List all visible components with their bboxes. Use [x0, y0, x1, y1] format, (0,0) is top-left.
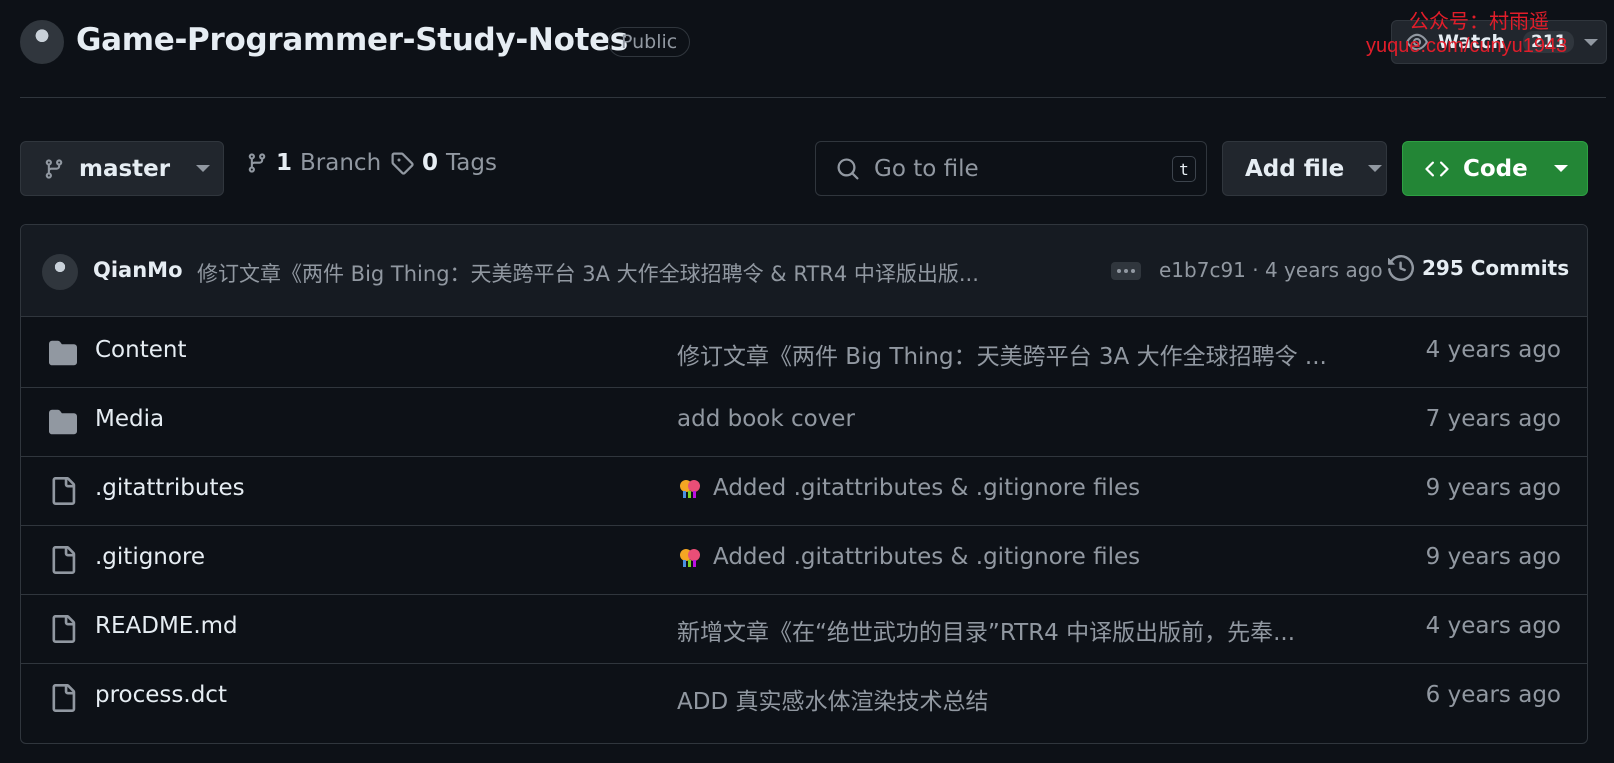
file-commit-message-text: Added .gitattributes & .gitignore files — [713, 544, 1141, 570]
commit-message[interactable]: 修订文章《两件 Big Thing：天美跨平台 3A 大作全球招聘令 & RTR… — [197, 258, 1087, 288]
tag-count: 0 — [422, 150, 439, 176]
file-icon — [49, 615, 77, 643]
visibility-badge: Public — [608, 27, 691, 57]
history-icon — [1388, 255, 1414, 281]
branches-link[interactable]: 1 Branch — [246, 150, 381, 176]
file-commit-message-text: ADD 真实感水体渲染技术总结 — [677, 689, 989, 715]
file-name-link[interactable]: Content — [95, 337, 186, 363]
file-icon — [49, 477, 77, 505]
folder-icon — [49, 339, 77, 367]
search-icon — [837, 158, 859, 180]
file-commit-message-text: Added .gitattributes & .gitignore files — [713, 475, 1141, 501]
add-file-label: Add file — [1245, 155, 1345, 182]
ellipsis-dot — [1131, 269, 1135, 273]
search-placeholder: Go to file — [874, 155, 979, 182]
file-commit-age[interactable]: 6 years ago — [1426, 682, 1561, 708]
ellipsis-dot — [1124, 269, 1128, 273]
branch-name: master — [79, 155, 171, 182]
file-commit-message-text: 新增文章《在“绝世武功的目录”RTR4 中译版出版前，先奉... — [677, 620, 1296, 646]
commit-author[interactable]: QianMo — [93, 258, 183, 282]
file-row[interactable]: README.md 新增文章《在“绝世武功的目录”RTR4 中译版出版前，先奉..… — [21, 593, 1587, 664]
file-icon — [49, 684, 77, 712]
search-shortcut-key: t — [1172, 156, 1196, 182]
code-icon — [1425, 160, 1449, 177]
chevron-down-icon — [1368, 165, 1383, 172]
chevron-down-icon — [196, 165, 211, 172]
file-row[interactable]: .gitattributes Added .gitattributes & .gi… — [21, 455, 1587, 526]
go-to-file-search[interactable]: Go to file t — [815, 141, 1207, 196]
file-commit-age[interactable]: 4 years ago — [1426, 613, 1561, 639]
folder-icon — [49, 408, 77, 436]
add-file-button[interactable]: Add file — [1222, 141, 1387, 196]
tag-icon — [391, 152, 414, 175]
file-commit-message[interactable]: ADD 真实感水体渲染技术总结 — [677, 682, 1377, 716]
commit-author-avatar[interactable] — [42, 254, 78, 290]
branch-selector-button[interactable]: master — [20, 141, 224, 196]
file-name-link[interactable]: .gitignore — [95, 544, 205, 570]
header-divider — [20, 97, 1606, 98]
watch-button[interactable]: Watch 211 — [1391, 20, 1607, 64]
commits-label: 295 Commits — [1422, 256, 1570, 280]
file-commit-age[interactable]: 4 years ago — [1426, 337, 1561, 363]
chevron-down-icon — [1584, 38, 1599, 46]
file-icon — [49, 546, 77, 574]
file-name-link[interactable]: process.dct — [95, 682, 227, 708]
git-branch-icon — [248, 153, 266, 173]
file-name-link[interactable]: Media — [95, 406, 164, 432]
watch-label: Watch — [1438, 31, 1505, 53]
branch-count: 1 — [276, 150, 293, 176]
code-label: Code — [1463, 155, 1528, 182]
tags-link[interactable]: 0 Tags — [390, 150, 497, 176]
file-name-link[interactable]: README.md — [95, 613, 238, 639]
file-commit-message[interactable]: Added .gitattributes & .gitignore files — [677, 544, 1377, 570]
file-commit-message[interactable]: 新增文章《在“绝世武功的目录”RTR4 中译版出版前，先奉... — [677, 613, 1377, 647]
file-row[interactable]: process.dct ADD 真实感水体渲染技术总结 6 years ago — [21, 662, 1587, 733]
code-button[interactable]: Code — [1402, 141, 1588, 196]
file-commit-age[interactable]: 9 years ago — [1426, 475, 1561, 501]
latest-commit-bar: QianMo 修订文章《两件 Big Thing：天美跨平台 3A 大作全球招聘… — [21, 225, 1587, 317]
file-name-link[interactable]: .gitattributes — [95, 475, 245, 501]
file-commit-message[interactable]: Added .gitattributes & .gitignore files — [677, 475, 1377, 501]
file-table: QianMo 修订文章《两件 Big Thing：天美跨平台 3A 大作全球招聘… — [20, 224, 1588, 744]
chevron-down-icon — [1553, 165, 1568, 172]
file-row[interactable]: Media add book cover 7 years ago — [21, 386, 1587, 457]
tag-label: Tags — [446, 150, 497, 176]
commits-link[interactable]: 295 Commits — [1388, 255, 1569, 281]
git-branch-icon — [45, 158, 63, 179]
file-commit-message[interactable]: add book cover — [677, 406, 1377, 432]
commit-expand-button[interactable] — [1111, 262, 1141, 280]
file-commit-age[interactable]: 7 years ago — [1426, 406, 1561, 432]
tada-emoji-icon — [677, 475, 703, 501]
tada-emoji-icon — [677, 544, 703, 570]
branch-label: Branch — [300, 150, 382, 176]
file-commit-message-text: 修订文章《两件 Big Thing：天美跨平台 3A 大作全球招聘令 ... — [677, 344, 1327, 370]
file-commit-message[interactable]: 修订文章《两件 Big Thing：天美跨平台 3A 大作全球招聘令 ... — [677, 337, 1377, 371]
file-row[interactable]: Content 修订文章《两件 Big Thing：天美跨平台 3A 大作全球招聘… — [21, 317, 1587, 388]
commit-hash-age[interactable]: e1b7c91 · 4 years ago — [1159, 258, 1383, 282]
repo-name-link[interactable]: Game-Programmer-Study-Notes — [76, 22, 628, 58]
file-row[interactable]: .gitignore Added .gitattributes & .gitign… — [21, 524, 1587, 595]
watch-count: 211 — [1522, 31, 1575, 53]
owner-avatar[interactable] — [20, 20, 64, 64]
file-commit-message-text: add book cover — [677, 406, 855, 432]
file-commit-age[interactable]: 9 years ago — [1426, 544, 1561, 570]
eye-icon — [1406, 33, 1428, 51]
ellipsis-dot — [1117, 269, 1121, 273]
